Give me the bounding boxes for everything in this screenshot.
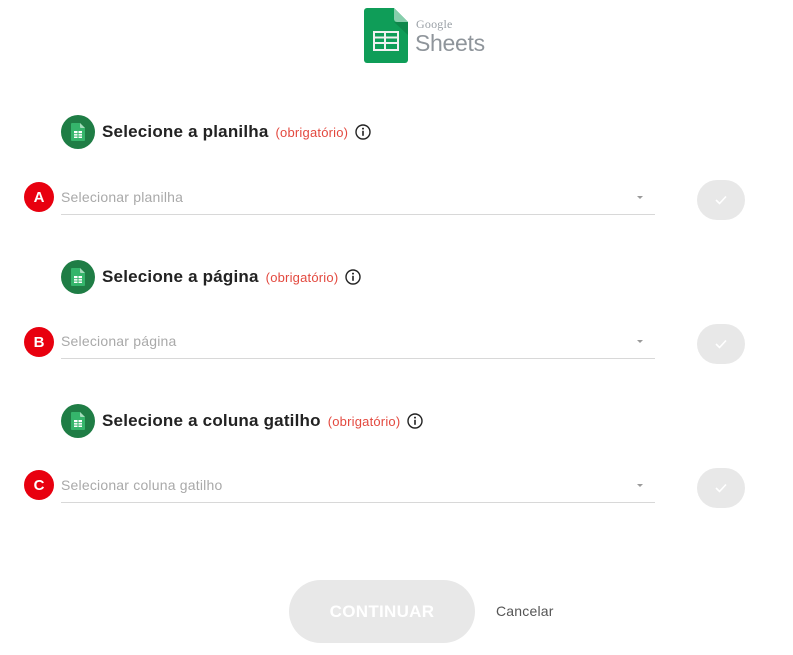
spreadsheet-icon <box>61 260 95 294</box>
spreadsheet-select[interactable]: Selecionar planilha <box>61 181 655 215</box>
marker-a: A <box>24 182 54 212</box>
section-title-pagina: Selecione a página (obrigatório) <box>61 260 362 294</box>
google-sheets-icon <box>364 8 408 63</box>
marker-b: B <box>24 327 54 357</box>
confirm-trigger-column-button[interactable] <box>697 468 745 508</box>
cancel-link[interactable]: Cancelar <box>496 603 554 619</box>
required-label: (obrigatório) <box>265 269 339 285</box>
required-label: (obrigatório) <box>327 413 401 429</box>
google-sheets-logo: Google Sheets <box>364 8 494 64</box>
confirm-page-button[interactable] <box>697 324 745 364</box>
confirm-spreadsheet-button[interactable] <box>697 180 745 220</box>
page-select[interactable]: Selecionar página <box>61 325 655 359</box>
check-icon <box>715 483 727 493</box>
caret-down-icon <box>637 484 643 487</box>
trigger-column-select[interactable]: Selecionar coluna gatilho <box>61 469 655 503</box>
info-icon[interactable] <box>345 269 362 285</box>
section-heading: Selecione a coluna gatilho <box>102 411 321 430</box>
required-label: (obrigatório) <box>275 124 349 140</box>
check-icon <box>715 195 727 205</box>
logo-sheets-text: Sheets <box>415 30 485 56</box>
section-title-planilha: Selecione a planilha (obrigatório) <box>61 115 371 149</box>
page-select-placeholder: Selecionar página <box>61 333 177 349</box>
caret-down-icon <box>637 340 643 343</box>
spreadsheet-select-placeholder: Selecionar planilha <box>61 189 184 205</box>
section-heading: Selecione a planilha <box>102 122 269 141</box>
continue-button[interactable]: CONTINUAR <box>289 580 475 643</box>
section-title-coluna: Selecione a coluna gatilho (obrigatório) <box>61 404 424 438</box>
trigger-column-select-placeholder: Selecionar coluna gatilho <box>61 477 223 493</box>
spreadsheet-icon <box>61 115 95 149</box>
spreadsheet-icon <box>61 404 95 438</box>
info-icon[interactable] <box>407 413 424 429</box>
check-icon <box>715 339 727 349</box>
info-icon[interactable] <box>355 124 371 140</box>
marker-c: C <box>24 470 54 500</box>
section-heading: Selecione a página <box>102 267 259 286</box>
caret-down-icon <box>637 196 643 199</box>
